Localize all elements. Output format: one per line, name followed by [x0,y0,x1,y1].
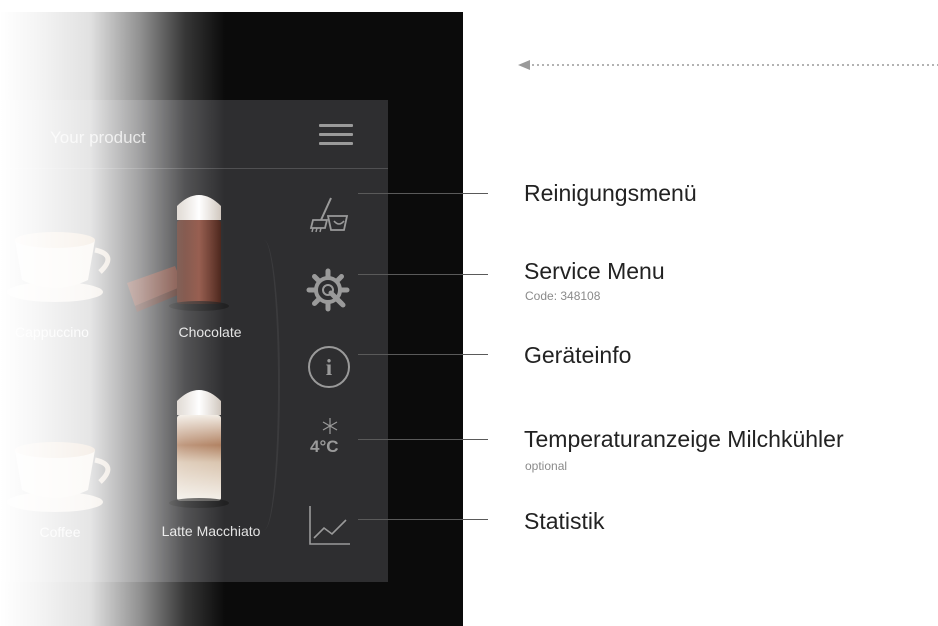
temperature-display[interactable]: 4°C [306,416,356,466]
callout-device-info: Geräteinfo [524,342,632,368]
product-selection-screen: Your product Cappuccino Chocolate Coffee… [0,100,388,582]
callout-line-statistics [358,519,488,520]
callout-line-temperature [358,439,488,440]
temperature-value: 4°C [310,437,339,456]
coffee-cup-icon [7,442,111,512]
screen-title: Your product [50,128,146,147]
callout-cleaning-menu: Reinigungsmenü [524,180,697,206]
broom-bucket-icon[interactable] [303,192,353,242]
callout-statistics: Statistik [524,508,605,534]
chocolate-glass-icon [127,195,229,312]
info-glyph: i [326,355,333,380]
product-tile-coffee[interactable]: Coffee [0,400,125,560]
callout-service-code: Code: 348108 [525,289,601,303]
dotted-arrow-left-icon [518,60,938,70]
product-tile-chocolate[interactable]: Chocolate [125,188,250,358]
callout-line-service [358,274,488,275]
callout-temperature-optional: optional [525,459,568,473]
product-label-coffee: Coffee [39,524,81,540]
latte-macchiato-glass-icon [169,390,229,508]
callout-service-menu: Service Menu [524,258,665,284]
info-circle-icon[interactable]: i [306,344,352,390]
product-tile-cappuccino[interactable]: Cappuccino [0,190,125,350]
product-tile-latte-macchiato[interactable]: Latte Macchiato [125,385,270,555]
product-label-latte-macchiato: Latte Macchiato [161,523,261,539]
product-label-cappuccino: Cappuccino [15,324,89,340]
product-label-chocolate: Chocolate [178,324,242,340]
coffee-machine-display: Your product Cappuccino Chocolate Coffee… [0,12,463,626]
line-chart-icon[interactable] [306,502,352,548]
hamburger-menu-icon[interactable] [316,118,358,152]
callout-line-info [358,354,488,355]
screen-header: Your product [0,100,388,169]
gear-wrench-icon[interactable] [303,265,353,315]
cappuccino-cup-icon [7,232,111,302]
callout-temperature: Temperaturanzeige Milchkühler [524,426,844,452]
callout-line-cleaning [358,193,488,194]
snowflake-icon [322,418,338,434]
